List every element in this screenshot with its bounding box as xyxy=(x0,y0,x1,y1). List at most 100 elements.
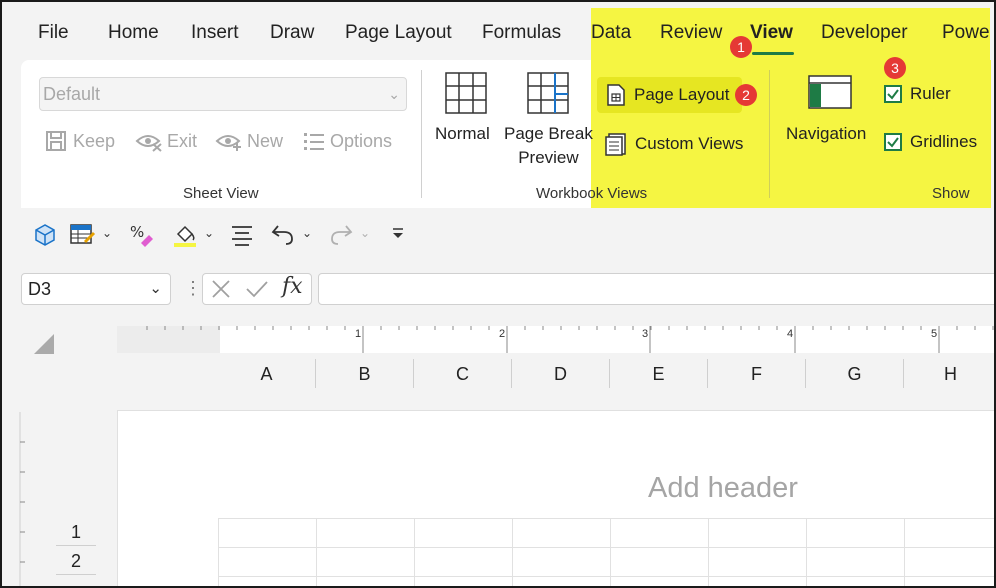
gridline xyxy=(218,547,994,548)
tab-formulas[interactable]: Formulas xyxy=(482,22,561,44)
ruler-number: 2 xyxy=(499,328,506,340)
tab-file[interactable]: File xyxy=(38,22,69,44)
gridline xyxy=(904,518,905,586)
group-separator xyxy=(421,70,422,198)
column-header-h[interactable]: H xyxy=(904,359,994,388)
add-header-placeholder[interactable]: Add header xyxy=(648,472,798,505)
percent-style-icon[interactable]: % xyxy=(129,223,155,247)
chevron-down-icon[interactable]: ⌄ xyxy=(149,274,162,304)
column-header-e[interactable]: E xyxy=(610,359,708,388)
tab-home[interactable]: Home xyxy=(108,22,159,44)
show-group-label: Show xyxy=(932,185,970,202)
gridline xyxy=(218,518,994,519)
custom-views-icon xyxy=(605,133,626,156)
redo-icon xyxy=(331,225,353,245)
chevron-down-icon[interactable]: ⌄ xyxy=(204,226,214,240)
gridline xyxy=(218,576,994,577)
ruler-label: Ruler xyxy=(910,84,951,103)
quick-access-toolbar xyxy=(21,208,991,258)
chevron-down-icon[interactable]: ⌄ xyxy=(102,226,112,240)
custom-views-button[interactable]: Custom Views xyxy=(605,132,743,156)
ruler-checkbox[interactable]: Ruler xyxy=(884,84,951,104)
tab-developer[interactable]: Developer xyxy=(821,22,908,44)
chevron-down-icon: ⌄ xyxy=(388,86,400,102)
normal-view-label: Normal xyxy=(435,124,490,143)
chevron-down-icon: ⌄ xyxy=(360,226,371,240)
page-break-preview-icon xyxy=(527,72,569,114)
navigation-button[interactable]: Navigation xyxy=(786,122,866,146)
normal-view-button[interactable]: Normal xyxy=(435,122,490,146)
exit-icon xyxy=(135,135,162,152)
customize-toolbar-icon[interactable] xyxy=(390,226,406,242)
name-box-value: D3 xyxy=(28,279,52,299)
enter-check-icon[interactable] xyxy=(245,279,269,299)
sheet-view-select: Default ⌄ xyxy=(39,77,407,111)
navigation-label: Navigation xyxy=(786,124,867,143)
page-break-label-line2: Preview xyxy=(518,148,579,167)
excel-window: File Home Insert Draw Page Layout Formul… xyxy=(2,2,994,586)
formula-input[interactable] xyxy=(318,273,994,305)
cancel-icon[interactable] xyxy=(210,279,232,299)
page-layout-label: Page Layout xyxy=(634,85,730,104)
grip-icon[interactable]: ⋮ xyxy=(184,278,202,299)
gridlines-label: Gridlines xyxy=(910,132,978,151)
workbook-views-group-label: Workbook Views xyxy=(536,185,648,202)
options-label: Options xyxy=(330,130,393,151)
tab-draw[interactable]: Draw xyxy=(270,22,314,44)
checkbox-icon xyxy=(884,85,902,103)
gridline xyxy=(414,518,415,586)
column-header-a[interactable]: A xyxy=(218,359,316,388)
tab-view[interactable]: View xyxy=(750,22,793,44)
page-layout-button[interactable]: Page Layout xyxy=(606,84,729,106)
gridline xyxy=(218,518,219,586)
insert-function-button[interactable]: fx xyxy=(282,274,303,299)
group-separator xyxy=(769,70,770,198)
3d-box-icon[interactable] xyxy=(32,222,58,246)
ruler-number: 5 xyxy=(931,328,938,340)
tab-power[interactable]: Powe xyxy=(942,22,990,44)
normal-view-icon xyxy=(445,72,487,114)
undo-icon[interactable] xyxy=(270,222,296,246)
column-header-f[interactable]: F xyxy=(708,359,806,388)
tab-review[interactable]: Review xyxy=(660,22,722,44)
keep-button: Keep xyxy=(45,130,115,152)
column-header-g[interactable]: G xyxy=(806,359,904,388)
page-break-label-line1: Page Break xyxy=(504,124,593,143)
chevron-down-icon[interactable]: ⌄ xyxy=(302,226,312,240)
row-header-2[interactable]: 2 xyxy=(56,547,96,575)
step-badge-1: 1 xyxy=(730,36,752,58)
name-box[interactable]: D3 ⌄ xyxy=(21,273,171,305)
gridline xyxy=(610,518,611,586)
row-header-1[interactable]: 1 xyxy=(56,518,96,546)
new-icon xyxy=(215,135,241,151)
custom-views-label: Custom Views xyxy=(635,134,744,153)
navigation-icon xyxy=(808,75,852,109)
align-center-icon[interactable] xyxy=(230,224,254,246)
gridline xyxy=(512,518,513,586)
column-header-d[interactable]: D xyxy=(512,359,610,388)
tab-data[interactable]: Data xyxy=(591,22,631,44)
tab-insert[interactable]: Insert xyxy=(191,22,239,44)
column-header-c[interactable]: C xyxy=(414,359,512,388)
tab-page-layout[interactable]: Page Layout xyxy=(345,22,452,44)
step-badge-2: 2 xyxy=(735,84,757,106)
new-button: New xyxy=(215,130,283,152)
select-all-icon[interactable] xyxy=(32,332,56,356)
ruler-ticks xyxy=(146,326,994,353)
checkbox-icon xyxy=(884,133,902,151)
new-label: New xyxy=(247,130,284,151)
keep-label: Keep xyxy=(73,130,116,151)
column-header-b[interactable]: B xyxy=(316,359,414,388)
gridlines-checkbox[interactable]: Gridlines xyxy=(884,132,977,152)
page-break-preview-button[interactable]: Page Break Preview xyxy=(504,122,593,170)
page-area xyxy=(117,410,994,586)
step-badge-3: 3 xyxy=(884,57,906,79)
page-layout-icon xyxy=(607,84,625,106)
ruler-number: 3 xyxy=(642,328,649,340)
exit-label: Exit xyxy=(167,130,198,151)
table-format-icon[interactable] xyxy=(69,222,97,246)
sheet-view-group-label: Sheet View xyxy=(183,185,259,202)
fill-color-icon[interactable] xyxy=(172,222,200,248)
exit-button: Exit xyxy=(135,130,197,152)
active-tab-indicator xyxy=(752,52,794,55)
